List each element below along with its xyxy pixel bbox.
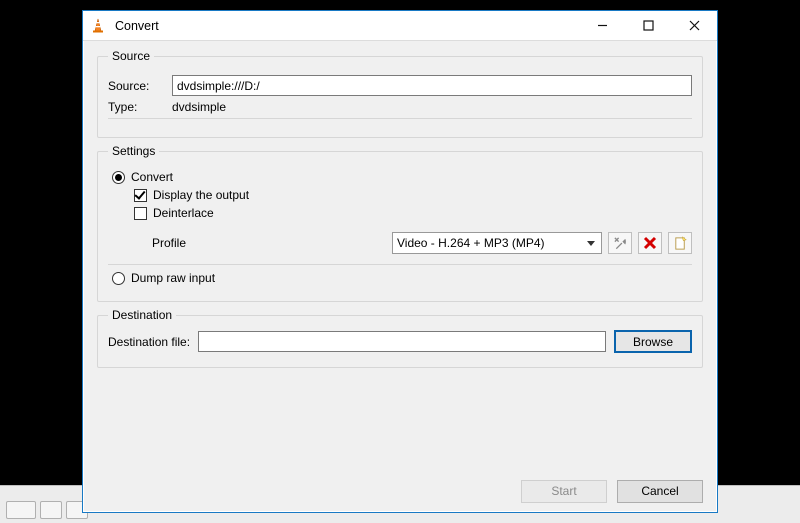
new-file-icon (673, 236, 688, 251)
settings-legend: Settings (108, 144, 159, 158)
settings-group: Settings Convert Display the output Dein… (97, 144, 703, 302)
radio-icon (112, 171, 125, 184)
divider (108, 118, 692, 119)
source-group: Source Source: Type: dvdsimple (97, 49, 703, 138)
wrench-icon (613, 236, 628, 251)
checkbox-icon (134, 207, 147, 220)
vlc-cone-icon (83, 18, 113, 34)
divider (108, 264, 692, 265)
titlebar: Convert (83, 11, 717, 41)
maximize-button[interactable] (625, 11, 671, 41)
type-label: Type: (108, 100, 164, 114)
convert-radio-label: Convert (131, 170, 173, 184)
deinterlace-label: Deinterlace (153, 206, 214, 220)
type-value: dvdsimple (172, 100, 226, 114)
browse-button[interactable]: Browse (614, 330, 692, 353)
destination-file-label: Destination file: (108, 335, 190, 349)
start-button-label: Start (551, 484, 576, 498)
bg-tile (40, 501, 62, 519)
cancel-button-label: Cancel (641, 484, 678, 498)
cancel-button[interactable]: Cancel (617, 480, 703, 503)
window-title: Convert (113, 19, 579, 33)
display-output-checkbox[interactable]: Display the output (134, 188, 692, 202)
dump-raw-radio[interactable]: Dump raw input (112, 271, 692, 285)
profile-combobox[interactable]: Video - H.264 + MP3 (MP4) (392, 232, 602, 254)
checkbox-icon (134, 189, 147, 202)
browse-button-label: Browse (633, 335, 673, 349)
convert-dialog: Convert Source Source: Type: dvdsimple (82, 10, 718, 513)
profile-value: Video - H.264 + MP3 (MP4) (397, 236, 545, 250)
dump-raw-label: Dump raw input (131, 271, 215, 285)
minimize-button[interactable] (579, 11, 625, 41)
start-button[interactable]: Start (521, 480, 607, 503)
edit-profile-button[interactable] (608, 232, 632, 254)
dialog-footer: Start Cancel (83, 470, 717, 512)
delete-profile-button[interactable] (638, 232, 662, 254)
radio-icon (112, 272, 125, 285)
convert-radio[interactable]: Convert (112, 170, 692, 184)
source-input[interactable] (172, 75, 692, 96)
source-label: Source: (108, 79, 164, 93)
bg-tile (6, 501, 36, 519)
chevron-down-icon (585, 237, 597, 249)
close-button[interactable] (671, 11, 717, 41)
profile-label: Profile (152, 236, 208, 250)
new-profile-button[interactable] (668, 232, 692, 254)
delete-x-icon (643, 236, 657, 250)
destination-legend: Destination (108, 308, 176, 322)
source-legend: Source (108, 49, 154, 63)
destination-group: Destination Destination file: Browse (97, 308, 703, 368)
display-output-label: Display the output (153, 188, 249, 202)
destination-file-input[interactable] (198, 331, 606, 352)
deinterlace-checkbox[interactable]: Deinterlace (134, 206, 692, 220)
